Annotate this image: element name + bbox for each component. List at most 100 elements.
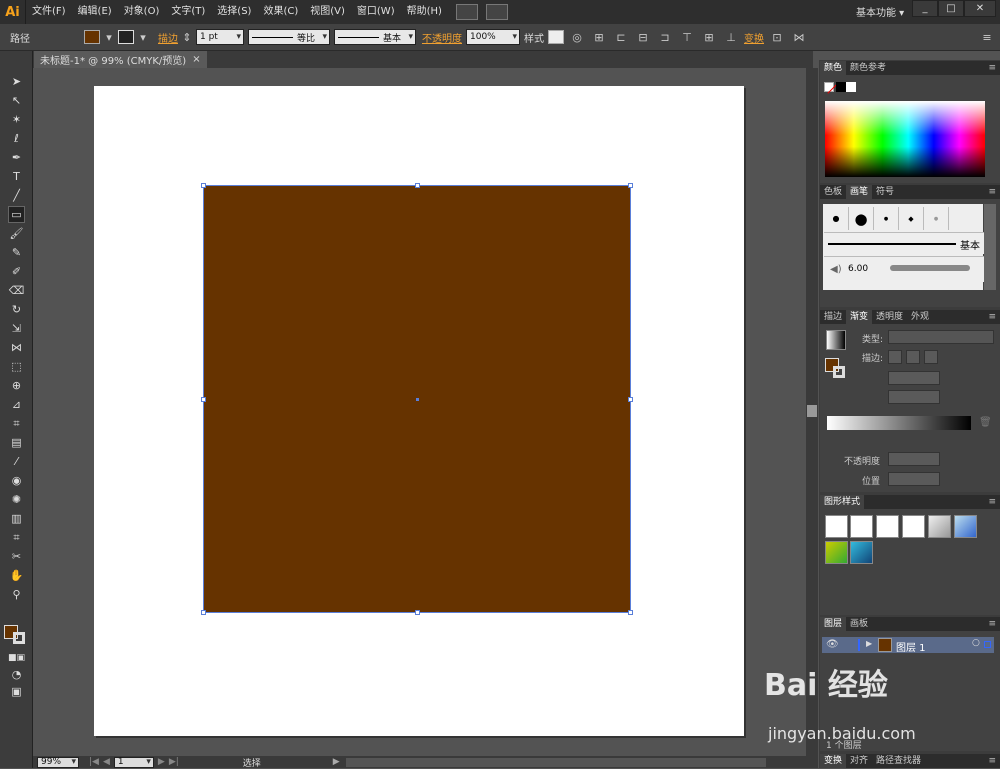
maximize-button[interactable]: □ — [938, 0, 964, 17]
handle-bottom-right[interactable] — [628, 610, 633, 615]
style-blue[interactable] — [954, 515, 977, 538]
stroke-weight-field[interactable]: 1 pt — [196, 29, 244, 45]
layer-row[interactable]: 👁 ▶ 图层 1 ○ — [822, 637, 994, 654]
column-graph-tool-icon[interactable]: ▥ — [8, 510, 25, 527]
tab-color[interactable]: 颜色 — [820, 61, 847, 75]
rotate-tool-icon[interactable]: ↻ — [8, 301, 25, 318]
align-center-icon[interactable]: ⊟ — [634, 28, 652, 46]
brushes-panel-menu-icon[interactable]: ≡ — [988, 187, 996, 197]
minimize-button[interactable]: _ — [912, 0, 938, 17]
mesh-tool-icon[interactable]: ⌗ — [8, 415, 25, 432]
blob-brush-tool-icon[interactable]: ✐ — [8, 263, 25, 280]
next-artboard-icon[interactable]: ▶ — [158, 757, 165, 767]
shape-builder-tool-icon[interactable]: ⊕ — [8, 377, 25, 394]
brush-basic-row[interactable]: 基本 — [824, 232, 984, 254]
tab-color-guide[interactable]: 颜色参考 — [846, 61, 890, 75]
pencil-tool-icon[interactable]: ✎ — [8, 244, 25, 261]
menu-view[interactable]: 视图(V) — [304, 0, 351, 24]
style-white-none[interactable] — [902, 515, 925, 538]
perspective-grid-tool-icon[interactable]: ⊿ — [8, 396, 25, 413]
hand-tool-icon[interactable]: ✋ — [8, 567, 25, 584]
tab-symbols[interactable]: 符号 — [872, 185, 898, 199]
style-bevel[interactable] — [928, 515, 951, 538]
magic-wand-tool-icon[interactable]: ✶ — [8, 111, 25, 128]
brush-dot-small[interactable]: ● — [824, 207, 849, 230]
stroke-dropdown-icon[interactable]: ▾ — [138, 28, 148, 46]
tab-graphic-styles[interactable]: 图形样式 — [820, 495, 865, 509]
horizontal-scrollbar[interactable] — [345, 757, 766, 767]
direct-selection-tool-icon[interactable]: ↖ — [8, 92, 25, 109]
isolate-icon[interactable]: ⊡ — [768, 28, 786, 46]
align-middle-icon[interactable]: ⊞ — [700, 28, 718, 46]
width-tool-icon[interactable]: ⋈ — [8, 339, 25, 356]
menu-help[interactable]: 帮助(H) — [401, 0, 448, 24]
brush-faint[interactable]: ● — [924, 207, 949, 230]
gradient-stroke-swatch[interactable] — [833, 366, 845, 378]
opacity-field[interactable]: 100% — [466, 29, 520, 45]
align-left-icon[interactable]: ⊏ — [612, 28, 630, 46]
white-swatch[interactable] — [846, 82, 856, 92]
black-swatch[interactable] — [836, 82, 846, 92]
handle-bottom-left[interactable] — [201, 610, 206, 615]
handle-top-left[interactable] — [201, 183, 206, 188]
artboard-number-field[interactable]: 1 — [113, 756, 154, 768]
brush-dot-tiny[interactable]: ● — [874, 207, 899, 230]
tab-stroke[interactable]: 描边 — [820, 310, 846, 324]
type-tool-icon[interactable]: T — [8, 168, 25, 185]
bridge-button[interactable] — [455, 4, 478, 20]
visibility-eye-icon[interactable]: 👁 — [826, 639, 839, 650]
handle-middle-left[interactable] — [201, 397, 206, 402]
vertical-scroll-thumb[interactable] — [807, 405, 817, 417]
zoom-field[interactable]: 99% — [37, 756, 79, 768]
color-mode-icon[interactable]: ■▣ — [8, 649, 25, 666]
workspace-switcher[interactable]: 基本功能 ▾ — [856, 4, 904, 19]
menu-type[interactable]: 文字(T) — [165, 0, 211, 24]
prev-artboard-icon[interactable]: ◀ — [103, 757, 110, 767]
tab-transform[interactable]: 变换 — [820, 754, 847, 768]
symbol-sprayer-tool-icon[interactable]: ✺ — [8, 491, 25, 508]
paintbrush-tool-icon[interactable]: 🖌 — [8, 225, 25, 242]
bottom-panel-menu-icon[interactable]: ≡ — [988, 756, 996, 766]
handle-top-center[interactable] — [415, 183, 420, 188]
draw-mode-icon[interactable]: ◔ — [8, 666, 25, 683]
align-bottom-icon[interactable]: ⊥ — [722, 28, 740, 46]
pen-tool-icon[interactable]: ✒ — [8, 149, 25, 166]
line-tool-icon[interactable]: ╱ — [8, 187, 25, 204]
align-to-icon[interactable]: ⊞ — [590, 28, 608, 46]
screen-mode-icon[interactable]: ▣ — [8, 683, 25, 700]
tab-brushes[interactable]: 画笔 — [846, 185, 873, 199]
arrange-documents-button[interactable] — [485, 4, 508, 20]
brush-dot-large[interactable]: ● — [849, 207, 874, 230]
status-menu-icon[interactable]: ▶ — [333, 757, 340, 767]
gradient-slider[interactable] — [827, 416, 971, 430]
handle-bottom-center[interactable] — [415, 610, 420, 615]
slice-tool-icon[interactable]: ✂ — [8, 548, 25, 565]
brush-calligraphic[interactable]: ◆ — [899, 207, 924, 230]
transform-link[interactable]: 变换 — [744, 30, 764, 45]
zoom-tool-icon[interactable]: ⚲ — [8, 586, 25, 603]
layer-name[interactable]: 图层 1 — [896, 639, 926, 654]
tab-artboards[interactable]: 画板 — [846, 617, 872, 631]
blend-tool-icon[interactable]: ◉ — [8, 472, 25, 489]
style-white[interactable] — [876, 515, 899, 538]
layer-selection-indicator[interactable] — [984, 641, 991, 648]
first-artboard-icon[interactable]: |◀ — [89, 757, 99, 767]
scale-tool-icon[interactable]: ⇲ — [8, 320, 25, 337]
style-green[interactable] — [825, 541, 848, 564]
stroke-swatch[interactable] — [118, 30, 134, 44]
selection-tool-icon[interactable]: ➤ — [8, 73, 25, 90]
handle-top-right[interactable] — [628, 183, 633, 188]
close-document-icon[interactable]: × — [192, 54, 200, 65]
stroke-label[interactable]: 描边 — [158, 30, 178, 45]
graphic-styles-menu-icon[interactable]: ≡ — [988, 497, 996, 507]
style-default[interactable] — [825, 515, 848, 538]
handle-middle-right[interactable] — [628, 397, 633, 402]
gradient-tool-icon[interactable]: ▤ — [8, 434, 25, 451]
none-color-icon[interactable] — [824, 82, 839, 94]
align-right-icon[interactable]: ⊐ — [656, 28, 674, 46]
color-spectrum[interactable] — [825, 101, 985, 177]
tab-gradient[interactable]: 渐变 — [846, 310, 873, 324]
style-default-none[interactable] — [850, 515, 873, 538]
tab-appearance[interactable]: 外观 — [907, 310, 933, 324]
brush-bristle-row[interactable]: ◀) 6.00 — [824, 256, 984, 282]
